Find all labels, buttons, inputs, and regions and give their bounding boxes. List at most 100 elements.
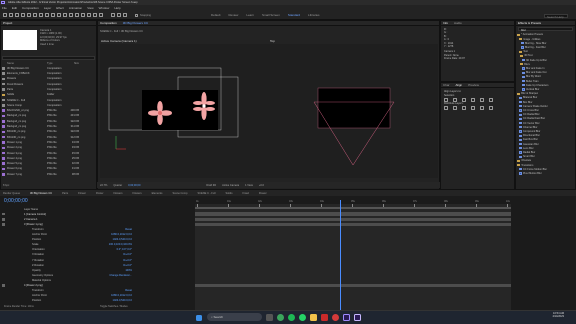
roto-brush-tool-icon[interactable] bbox=[93, 13, 97, 17]
visibility-eye-icon[interactable] bbox=[2, 208, 5, 211]
layer-row[interactable]: Anchor Point 1080.0,1012.0,0.0 bbox=[2, 233, 192, 237]
effects-search-input[interactable]: blur bbox=[518, 27, 573, 32]
snapping-checkbox[interactable] bbox=[135, 13, 138, 17]
rectangle-tool-icon[interactable] bbox=[57, 13, 61, 17]
effects-tree-item[interactable]: Pixel Motion Blur bbox=[517, 172, 542, 176]
project-item[interactable]: Backgnd_cc.png PNG file 322 KB bbox=[2, 119, 95, 124]
layer-row[interactable]: 4 [Flower 2.png] bbox=[2, 284, 192, 288]
label-color-swatch[interactable] bbox=[2, 162, 5, 165]
label-color-swatch[interactable] bbox=[2, 125, 5, 128]
project-item[interactable]: BKGND_cc.png PNG file 312 KB bbox=[2, 135, 95, 140]
workspace-default[interactable]: Default bbox=[211, 13, 221, 17]
layer-duration-bar[interactable] bbox=[195, 217, 511, 222]
dolly-tool-icon[interactable] bbox=[39, 13, 43, 17]
project-item[interactable]: Scene Comp Composition bbox=[2, 103, 95, 108]
property-value[interactable]: Change Renderer... bbox=[109, 274, 132, 277]
layer-row[interactable]: Position 1024.0,540.0,0.0 bbox=[2, 238, 192, 242]
spotify-icon[interactable] bbox=[288, 313, 295, 321]
property-value[interactable]: 0x+0.0° bbox=[123, 264, 132, 267]
zoom-tool-icon[interactable] bbox=[21, 13, 25, 17]
system-clock[interactable]: 10:54 AM 4/14/2023 bbox=[552, 312, 564, 319]
project-item[interactable]: Flower 4.png PNG file 25 KB bbox=[2, 156, 95, 161]
project-item[interactable]: Flower 6.png PNG file 31 KB bbox=[2, 167, 95, 172]
layer-row[interactable]: Y Rotation 0x+0.0° bbox=[2, 258, 192, 262]
selection-tool-icon[interactable] bbox=[9, 13, 13, 17]
layer-row[interactable]: Z Rotation 0x+0.0° bbox=[2, 263, 192, 267]
layer-row[interactable]: 2 Camera 1 bbox=[2, 217, 192, 221]
workspace-standard[interactable]: Standard bbox=[288, 13, 300, 17]
layer-row[interactable]: X Rotation 0x+0.0° bbox=[2, 253, 192, 257]
layer-row[interactable]: Material Options bbox=[2, 278, 192, 282]
pen-tool-icon[interactable] bbox=[63, 13, 67, 17]
project-search-input[interactable] bbox=[2, 56, 95, 60]
tab-project[interactable]: Project bbox=[3, 21, 12, 25]
visibility-eye-icon[interactable] bbox=[2, 269, 5, 272]
align-top-icon[interactable] bbox=[471, 98, 475, 102]
view-layout-dropdown[interactable]: 1 View bbox=[245, 184, 253, 187]
property-value[interactable]: 100% bbox=[125, 269, 132, 272]
timeline-tab[interactable]: Flowers bbox=[113, 192, 122, 195]
layer-row[interactable]: Geometry Options Change Renderer... bbox=[2, 273, 192, 277]
menu-layer[interactable]: Layer bbox=[44, 6, 52, 10]
label-color-swatch[interactable] bbox=[2, 98, 5, 102]
view-axis-icon[interactable] bbox=[123, 13, 127, 17]
layer-duration-bar[interactable] bbox=[195, 222, 511, 227]
layer-row[interactable]: Transform Reset bbox=[2, 227, 192, 231]
align-bottom-icon[interactable] bbox=[489, 98, 493, 102]
whatsapp-icon[interactable] bbox=[299, 313, 306, 321]
layer-row[interactable]: Position 1024.0,540.0,0.0 bbox=[2, 299, 192, 303]
property-value[interactable]: 100.0,100.0,100.0% bbox=[109, 243, 132, 246]
taskbar-search-input[interactable]: ⌕ Search bbox=[207, 313, 262, 321]
label-color-swatch[interactable] bbox=[2, 146, 5, 150]
clone-stamp-tool-icon[interactable] bbox=[81, 13, 85, 17]
visibility-eye-icon[interactable] bbox=[2, 243, 5, 246]
task-view-icon[interactable] bbox=[266, 313, 273, 321]
label-color-swatch[interactable] bbox=[2, 82, 5, 86]
tab-comp-name[interactable]: 3D Big Flowers CC bbox=[123, 21, 149, 25]
visibility-eye-icon[interactable] bbox=[2, 300, 5, 303]
project-item[interactable]: Flower 7.png PNG file 38 KB bbox=[2, 172, 95, 177]
project-item[interactable]: Elements_FXBACK Composition bbox=[2, 71, 95, 76]
tab-info[interactable]: Info bbox=[443, 21, 448, 25]
layer-row[interactable]: Layer Name bbox=[2, 207, 192, 211]
chrome-icon[interactable] bbox=[277, 313, 284, 321]
property-value[interactable]: 0x+0.0° bbox=[123, 259, 132, 262]
workspace-review[interactable]: Review bbox=[228, 13, 238, 17]
property-value[interactable]: 1024.0,540.0,0.0 bbox=[113, 299, 132, 302]
tab-align[interactable]: Align bbox=[456, 83, 463, 87]
property-value[interactable]: 1024.0,540.0,0.0 bbox=[113, 238, 132, 241]
hand-tool-icon[interactable] bbox=[15, 13, 19, 17]
project-item[interactable]: BACKGND_cc.png PNG file 430 KB bbox=[2, 108, 95, 113]
label-color-swatch[interactable] bbox=[2, 167, 5, 171]
label-color-swatch[interactable] bbox=[2, 151, 5, 155]
label-color-swatch[interactable] bbox=[2, 135, 5, 139]
work-area-bar[interactable] bbox=[195, 207, 511, 209]
project-item[interactable]: BKGND_cc.png PNG file 322 KB bbox=[2, 130, 95, 135]
menu-file[interactable]: File bbox=[2, 6, 7, 10]
workspace-small-screen[interactable]: Small Screen bbox=[262, 13, 280, 17]
workspace-learn[interactable]: Learn bbox=[246, 13, 254, 17]
property-value[interactable]: 0.0°,0.0°,0.0° bbox=[117, 248, 132, 251]
label-color-swatch[interactable] bbox=[2, 141, 5, 144]
label-color-swatch[interactable] bbox=[2, 88, 5, 91]
visibility-eye-icon[interactable] bbox=[2, 233, 5, 236]
menu-view[interactable]: View bbox=[87, 6, 93, 10]
visibility-eye-icon[interactable] bbox=[2, 284, 5, 287]
visibility-eye-icon[interactable] bbox=[2, 264, 5, 267]
visibility-eye-icon[interactable] bbox=[2, 217, 5, 221]
visibility-eye-icon[interactable] bbox=[2, 259, 5, 262]
layer-duration-bar[interactable] bbox=[195, 212, 511, 216]
pan-behind-tool-icon[interactable] bbox=[51, 13, 55, 17]
bit-depth-toggle[interactable]: 8 bpc bbox=[3, 184, 9, 187]
property-value[interactable]: 1080.0,1012.0,0.0 bbox=[111, 233, 132, 236]
tab-preview[interactable]: Preview bbox=[468, 83, 479, 87]
orbit-tool-icon[interactable] bbox=[27, 13, 31, 17]
label-color-swatch[interactable] bbox=[2, 173, 5, 176]
menu-effect[interactable]: Effect bbox=[56, 6, 64, 10]
layer-duration-bar[interactable] bbox=[195, 283, 511, 288]
distribute-top-icon[interactable] bbox=[444, 106, 448, 110]
renderer-dropdown[interactable]: Draft 3D bbox=[206, 184, 216, 187]
label-color-swatch[interactable] bbox=[2, 67, 5, 70]
rotate-tool-icon[interactable] bbox=[45, 13, 49, 17]
timeline-tab[interactable]: Elements bbox=[152, 192, 163, 195]
